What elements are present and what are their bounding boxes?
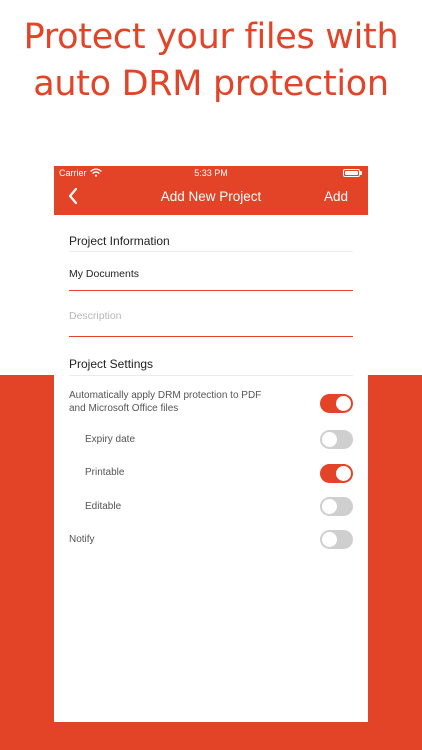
printable-label: Printable	[85, 467, 125, 478]
add-button[interactable]: Add	[324, 189, 348, 204]
status-bar: Carrier 5:33 PM	[54, 166, 368, 180]
auto-drm-label: Automatically apply DRM protection to PD…	[69, 390, 262, 414]
toggle-knob	[322, 532, 337, 547]
toggle-knob	[322, 499, 337, 514]
headline-line-1: Protect your files with	[23, 17, 399, 57]
section-separator	[69, 251, 353, 252]
headline-line-2: auto DRM protection	[33, 64, 389, 104]
toggle-knob	[336, 396, 351, 411]
expiry-date-toggle[interactable]	[320, 430, 353, 449]
description-input[interactable]: Description	[69, 310, 122, 322]
toggle-knob	[322, 432, 337, 447]
navigation-bar: Carrier 5:33 PM Add New Project Add	[54, 166, 368, 215]
editable-toggle[interactable]	[320, 497, 353, 516]
notify-label: Notify	[69, 534, 95, 545]
battery-icon	[343, 169, 362, 177]
description-underline	[69, 336, 353, 337]
notify-toggle[interactable]	[320, 530, 353, 549]
toggle-knob	[336, 466, 351, 481]
phone-screen: Carrier 5:33 PM Add New Project Add Proj…	[54, 166, 368, 722]
project-settings-title: Project Settings	[69, 357, 154, 371]
nav-title: Add New Project	[160, 189, 262, 204]
project-name-input[interactable]: My Documents	[69, 268, 139, 280]
expiry-date-label: Expiry date	[85, 434, 136, 445]
promo-headline: Protect your files with auto DRM protect…	[0, 14, 422, 108]
status-time: 5:33 PM	[194, 168, 228, 178]
printable-toggle[interactable]	[320, 464, 353, 483]
project-information-title: Project Information	[69, 234, 170, 248]
section-separator	[69, 375, 353, 376]
auto-drm-toggle[interactable]	[320, 394, 353, 413]
project-name-underline	[69, 290, 353, 291]
editable-label: Editable	[85, 501, 122, 512]
